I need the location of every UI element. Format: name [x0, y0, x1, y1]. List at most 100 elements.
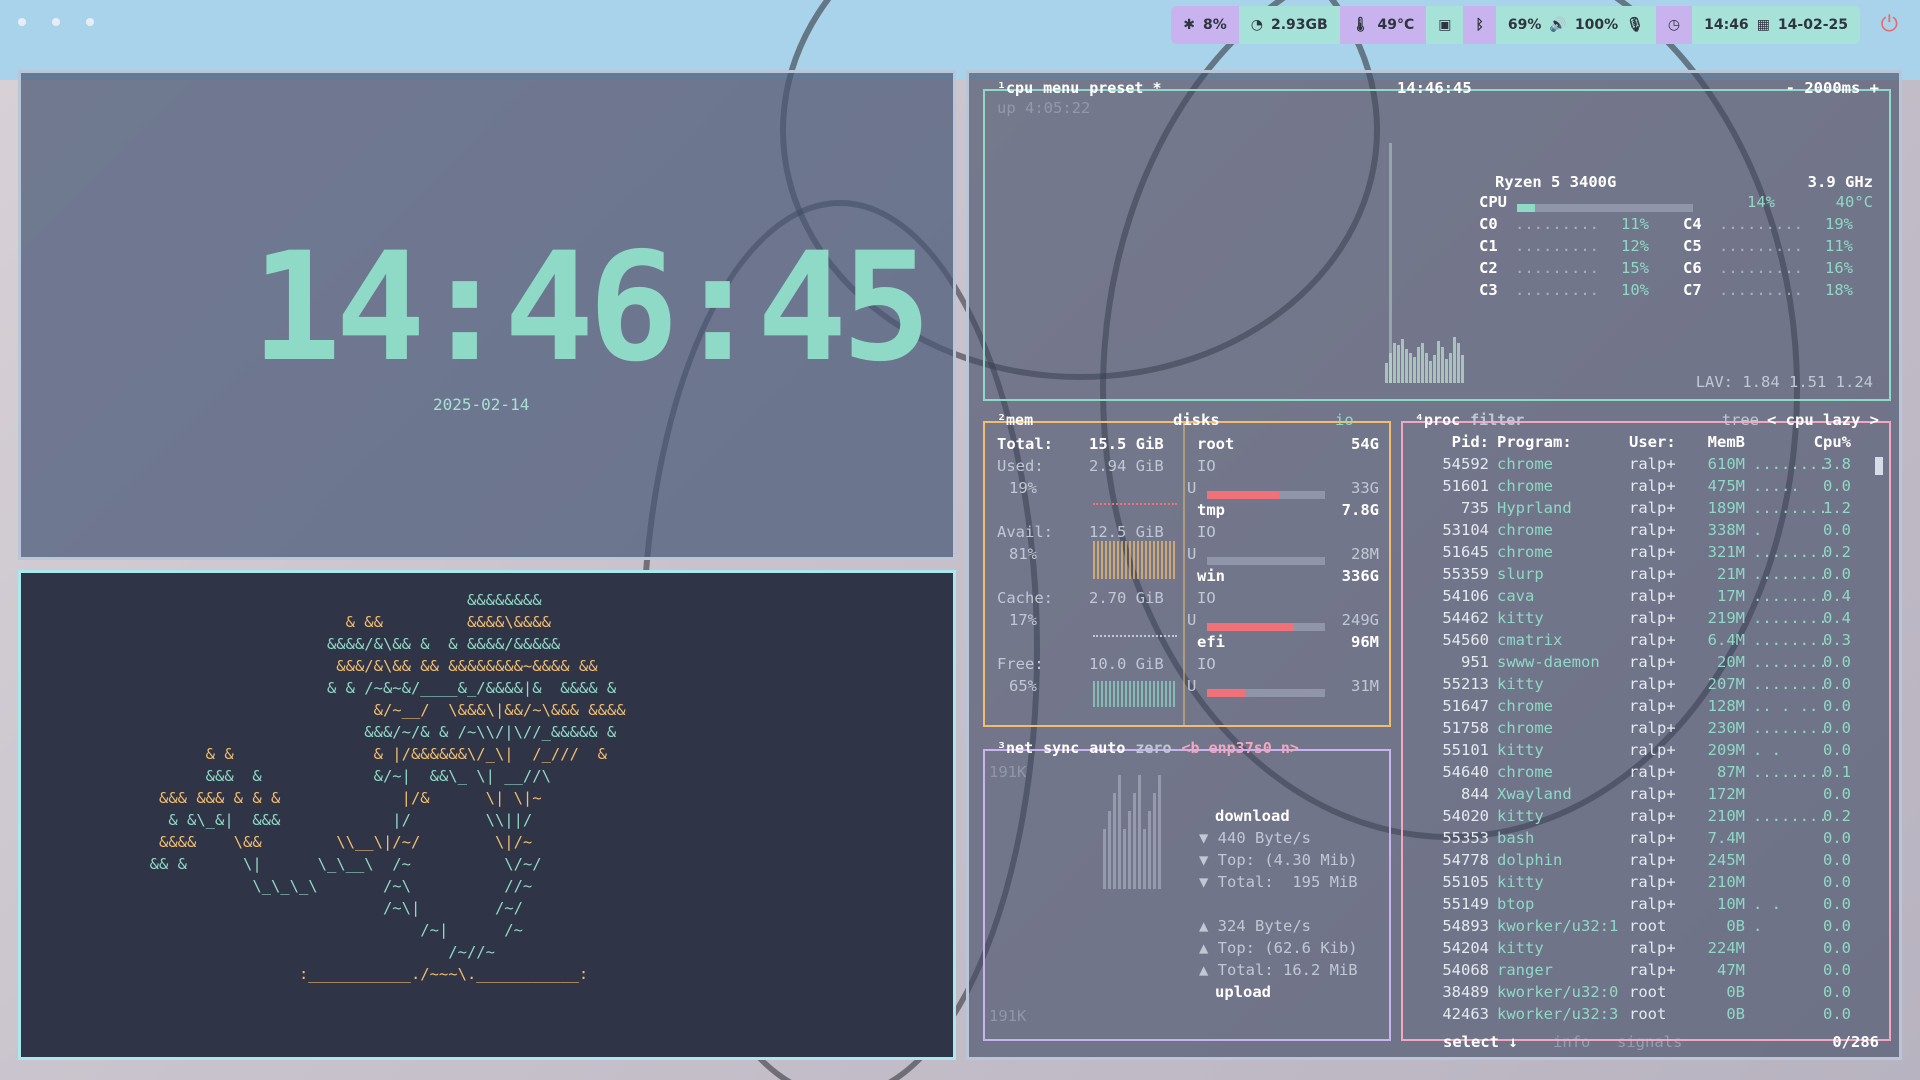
net-tab[interactable]: ³net	[995, 739, 1035, 757]
disks-tab[interactable]: disks	[1173, 411, 1220, 429]
clock-icon: ◷	[1667, 17, 1681, 33]
power-icon[interactable]: ⏻	[1881, 12, 1898, 37]
preset-tab[interactable]: preset *	[1087, 79, 1163, 97]
filter-input[interactable]: filter	[1468, 411, 1526, 429]
disk-size: 96M	[1351, 633, 1379, 651]
process-row[interactable]: 54592 chrome ralp+ 610M........ 3.8	[1413, 455, 1851, 473]
process-row[interactable]: 735 Hyprland ralp+ 189M........ 1.2	[1413, 499, 1851, 517]
process-row[interactable]: 53104 chrome ralp+ 338M. 0.0	[1413, 521, 1851, 539]
update-interval[interactable]: - 2000ms +	[1786, 79, 1879, 97]
process-row[interactable]: 55213 kitty ralp+ 207M........ 0.0	[1413, 675, 1851, 693]
process-row[interactable]: 38489 kworker/u32:0 root 0B 0.0	[1413, 983, 1851, 1001]
cpu-graph-column	[1433, 355, 1436, 383]
interface-selector[interactable]: <b enp37s0 n>	[1180, 739, 1301, 757]
ascii-line: &&&&&&&&	[131, 591, 542, 609]
proc-tab[interactable]: ⁴proc	[1413, 411, 1462, 429]
zero-toggle[interactable]: zero	[1133, 739, 1173, 757]
net-scale-top: 191K	[989, 763, 1027, 781]
process-cpu: 0.4	[1823, 587, 1851, 605]
process-pid: 54778	[1442, 851, 1489, 869]
memory-widget[interactable]: ◔ 2.93GB	[1238, 6, 1340, 44]
workspace-indicators[interactable]	[18, 18, 94, 26]
process-pid: 54106	[1442, 587, 1489, 605]
process-row[interactable]: 54640 chrome ralp+ 87M........ 0.1	[1413, 763, 1851, 781]
mem-cache-label: Cache:	[997, 589, 1053, 607]
ascii-line: &/~__/ \&&&\|&&/~\&&& &&&&	[131, 701, 626, 719]
col-program[interactable]: Program:	[1489, 433, 1629, 451]
process-row[interactable]: 54893 kworker/u32:1 root 0B. 0.0	[1413, 917, 1851, 935]
process-name: ranger	[1497, 961, 1553, 979]
process-cpu: 0.0	[1823, 895, 1851, 913]
col-pid[interactable]: Pid:	[1413, 433, 1489, 451]
process-row[interactable]: 55149 btop ralp+ 10M . . 0.0	[1413, 895, 1851, 913]
process-cpu-graph: ........	[1753, 807, 1828, 825]
process-row[interactable]: 42463 kworker/u32:3 root 0B 0.0	[1413, 1005, 1851, 1023]
mem-total: 15.5 GiB	[1089, 435, 1164, 453]
process-cpu: 0.0	[1823, 653, 1851, 671]
btop-window[interactable]: ¹cpu menu preset * 14:46:45 - 2000ms + u…	[966, 70, 1902, 1060]
workspace-dot[interactable]	[52, 18, 60, 26]
io-toggle[interactable]: io	[1335, 411, 1354, 429]
workspace-dot[interactable]	[18, 18, 26, 26]
process-row[interactable]: 55101 kitty ralp+ 209M . . 0.0	[1413, 741, 1851, 759]
process-row[interactable]: 54106 cava ralp+ 17M........ 0.4	[1413, 587, 1851, 605]
process-cpu: 0.0	[1823, 829, 1851, 847]
ascii-art-window[interactable]: &&&&&&&& & && &&&&\&&&& &&&&/&\&& & & &&…	[18, 570, 956, 1060]
cpu-core-pct: 19%	[1825, 215, 1853, 233]
process-user: ralp+	[1629, 807, 1676, 825]
disk-used-label: U	[1187, 545, 1197, 563]
process-cpu: 0.1	[1823, 763, 1851, 781]
process-mem: 210M	[1707, 807, 1745, 825]
process-row[interactable]: 951 swww-daemon ralp+ 20M........ 0.0	[1413, 653, 1851, 671]
proc-scrollbar[interactable]	[1875, 457, 1883, 475]
bluetooth-widget[interactable]: ᛒ	[1463, 6, 1496, 44]
cpu-graph-column	[1461, 355, 1464, 383]
ascii-line: &&& &&& & & & |/& \| \|~	[131, 789, 542, 807]
process-name: Hyprland	[1497, 499, 1572, 517]
col-cpu[interactable]: Cpu%	[1805, 433, 1851, 451]
audio-widget[interactable]: 69% 🔊 100% 🎙	[1495, 6, 1656, 44]
cpu-widget[interactable]: ✱ 8%	[1171, 6, 1239, 44]
sync-toggle[interactable]: sync	[1041, 739, 1081, 757]
process-row[interactable]: 54204 kitty ralp+ 224M 0.0	[1413, 939, 1851, 957]
process-row[interactable]: 55105 kitty ralp+ 210M 0.0	[1413, 873, 1851, 891]
process-row[interactable]: 55359 slurp ralp+ 21M........ 0.0	[1413, 565, 1851, 583]
clock-window[interactable]: 14:46:45 2025-02-14	[18, 70, 956, 560]
ascii-line: & && &&&&\&&&&	[131, 613, 551, 631]
process-row[interactable]: 844 Xwayland ralp+ 172M 0.0	[1413, 785, 1851, 803]
sort-selector[interactable]: < cpu lazy >	[1767, 411, 1879, 429]
disk-usage-bar	[1207, 682, 1325, 701]
net-graph	[1103, 765, 1183, 899]
status-pills: ✱ 8% ◔ 2.93GB 🌡 49°C ▣ ᛒ 69% 🔊 100% 🎙 ◷ …	[1171, 6, 1860, 44]
datetime-widget[interactable]: 14:46 ▦ 14-02-25	[1692, 6, 1860, 44]
signals-label[interactable]: signals	[1617, 1033, 1682, 1051]
info-label[interactable]: info	[1553, 1033, 1590, 1051]
memory-usage: 2.93GB	[1270, 17, 1328, 33]
temperature-widget[interactable]: 🌡 49°C	[1339, 6, 1427, 44]
mem-tab[interactable]: ²mem	[995, 411, 1035, 429]
ascii-line: & &\_&| &&& |/ \\||/	[131, 811, 533, 829]
process-row[interactable]: 54462 kitty ralp+ 219M........ 0.4	[1413, 609, 1851, 627]
menu-tab[interactable]: menu	[1041, 79, 1081, 97]
auto-toggle[interactable]: auto	[1087, 739, 1127, 757]
display-widget[interactable]: ▣	[1426, 6, 1464, 44]
col-mem[interactable]: MemB	[1701, 433, 1745, 451]
tree-toggle[interactable]: tree	[1722, 411, 1759, 429]
workspace-dot[interactable]	[86, 18, 94, 26]
process-row[interactable]: 54560 cmatrix ralp+ 6.4M........ 0.3	[1413, 631, 1851, 649]
clock-icon-pill[interactable]: ◷	[1655, 6, 1693, 44]
process-cpu-graph	[1745, 829, 1805, 847]
process-cpu: 0.2	[1823, 807, 1851, 825]
process-row[interactable]: 55353 bash ralp+ 7.4M 0.0	[1413, 829, 1851, 847]
process-row[interactable]: 51758 chrome ralp+ 230M........ 0.0	[1413, 719, 1851, 737]
process-mem: 245M	[1707, 851, 1745, 869]
process-row[interactable]: 51647 chrome ralp+ 128M .. . .. 0.0	[1413, 697, 1851, 715]
process-row[interactable]: 54068 ranger ralp+ 47M 0.0	[1413, 961, 1851, 979]
process-row[interactable]: 51645 chrome ralp+ 321M........ 0.2	[1413, 543, 1851, 561]
process-row[interactable]: 54778 dolphin ralp+ 245M 0.0	[1413, 851, 1851, 869]
process-row[interactable]: 54020 kitty ralp+ 210M........ 0.2	[1413, 807, 1851, 825]
cpu-tab[interactable]: ¹cpu	[995, 79, 1035, 97]
col-user[interactable]: User:	[1629, 433, 1701, 451]
select-label[interactable]: select ↓	[1443, 1033, 1518, 1051]
process-row[interactable]: 51601 chrome ralp+ 475M..... 0.0	[1413, 477, 1851, 495]
